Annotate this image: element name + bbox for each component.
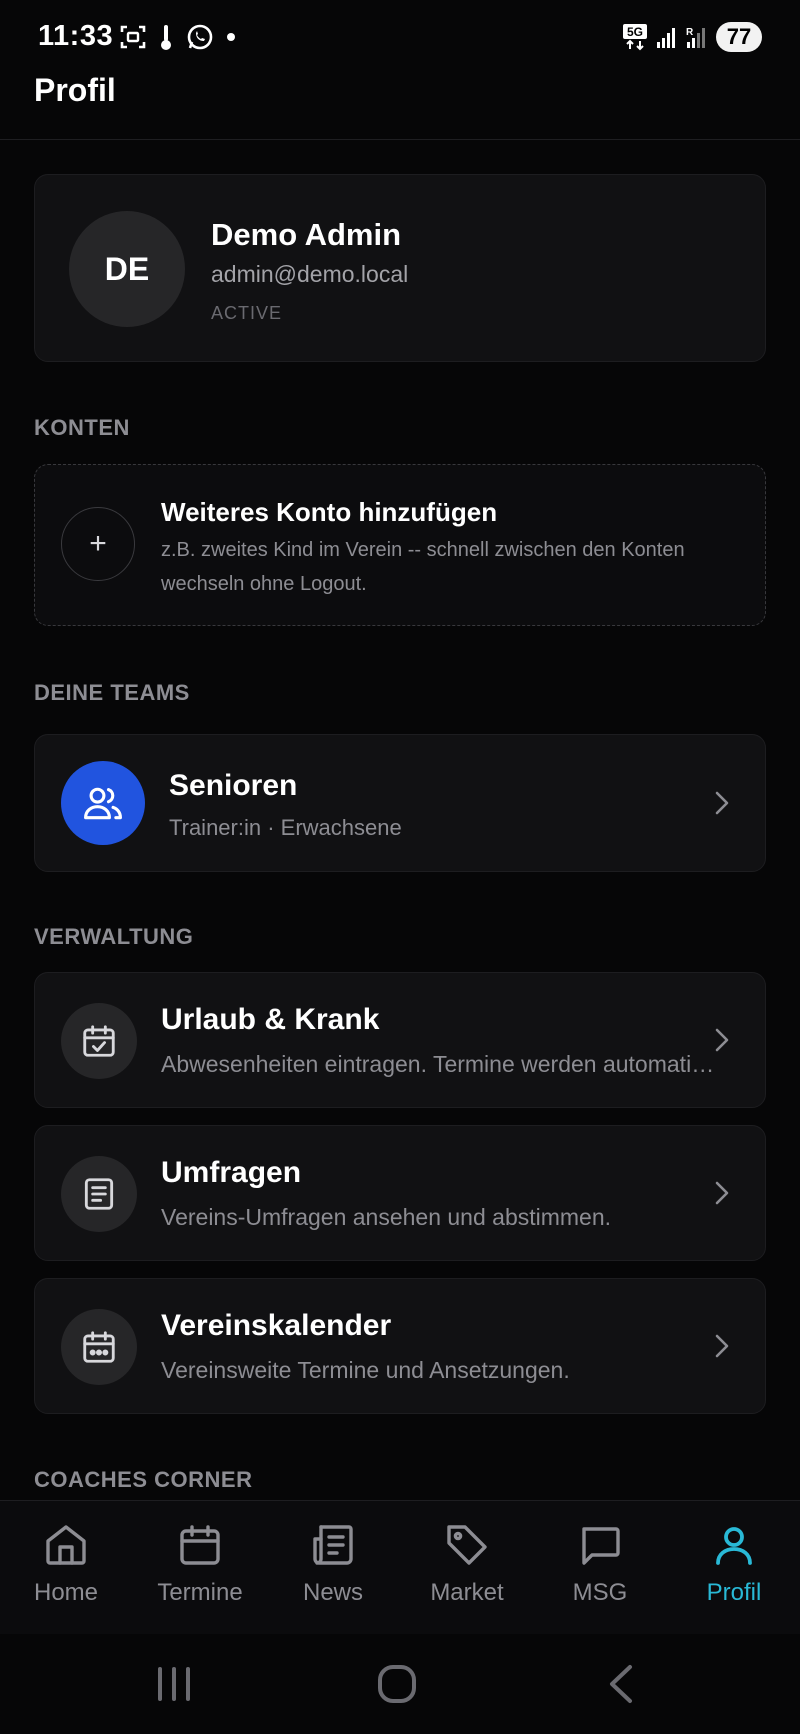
status-time: 11:33 [38,20,114,52]
add-account-title: Weiteres Konto hinzufügen [161,497,498,527]
team-item-senioren[interactable]: Senioren Trainer:in · Erwachsene [34,734,766,872]
nav-label: Market [430,1579,504,1606]
nav-label: Termine [157,1579,243,1606]
page-header: Profil [0,60,800,140]
nav-label: Home [33,1579,99,1606]
nav-item-profil[interactable]: Profil [674,1521,794,1621]
admin-item-title: Umfragen [161,1156,302,1189]
admin-item-description: Abwesenheiten eintragen. Termine werden … [161,1051,721,1077]
survey-icon [61,1156,137,1232]
add-account-description: z.B. zweites Kind im Verein -- schnell z… [161,539,685,595]
admin-item-title: Urlaub & Krank [161,1003,380,1036]
status-system-icons: 5G R 77 [622,22,762,52]
admin-item-vereinskalender[interactable]: Vereinskalender Vereinsweite Termine und… [34,1278,766,1414]
signal-roaming-icon: R [686,27,705,48]
nav-item-msg[interactable]: MSG [540,1521,660,1621]
admin-item-description: Vereinsweite Termine und Ansetzungen. [161,1357,570,1383]
calendar-check-icon [61,1003,137,1079]
nav-label: Profil [706,1579,762,1606]
nav-item-market[interactable]: Market [407,1521,527,1621]
status-notification-icons [120,22,236,52]
home-icon [46,1525,86,1565]
calendar-icon [180,1525,220,1565]
thermometer-icon [161,25,171,50]
chevron-right-icon [715,1181,729,1205]
admin-item-title: Vereinskalender [161,1309,392,1342]
add-account-button[interactable]: + Weiteres Konto hinzufügen z.B. zweites… [34,464,766,626]
admin-item-urlaub-krank[interactable]: Urlaub & Krank Abwesenheiten eintragen. … [34,972,766,1108]
signal-icon [657,28,675,48]
section-label-admin: VERWALTUNG [34,924,194,949]
screenshot-icon [120,25,146,49]
admin-item-umfragen[interactable]: Umfragen Vereins-Umfragen ansehen und ab… [34,1125,766,1261]
section-label-accounts: KONTEN [34,415,130,440]
admin-item-description: Vereins-Umfragen ansehen und abstimmen. [161,1204,612,1230]
nav-item-home[interactable]: Home [6,1521,126,1621]
user-icon [716,1527,752,1565]
message-icon [582,1527,620,1565]
team-name: Senioren [169,769,298,802]
recent-apps-icon[interactable] [156,1664,192,1704]
profile-name: Demo Admin [211,217,402,252]
chevron-right-icon [715,791,729,815]
nav-label: MSG [572,1579,628,1606]
plus-icon: + [61,507,135,581]
nav-label: News [302,1579,363,1606]
profile-card[interactable]: DE Demo Admin admin@demo.local ACTIVE [34,174,766,362]
nav-item-news[interactable]: News [273,1521,393,1621]
profile-email: admin@demo.local [211,261,409,287]
svg-text:5G: 5G [627,25,643,39]
users-icon [61,761,145,845]
chevron-right-icon [715,1028,729,1052]
avatar: DE [69,211,185,327]
tag-icon [447,1525,487,1565]
bottom-navigation: Home Termine News Market MSG Profil [0,1500,800,1634]
network-5g-icon: 5G [623,24,647,51]
section-label-teams: DEINE TEAMS [34,680,190,705]
calendar-icon [61,1309,137,1385]
battery-indicator: 77 [716,22,762,52]
team-subtitle: Trainer:in · Erwachsene [169,815,402,840]
whatsapp-icon [187,24,213,50]
svg-text:R: R [686,27,694,38]
newspaper-icon [313,1525,353,1565]
nav-item-termine[interactable]: Termine [140,1521,260,1621]
profile-status-badge: ACTIVE [211,303,283,323]
section-label-coaches-corner: COACHES CORNER [34,1467,253,1492]
home-button-icon[interactable] [377,1664,417,1704]
dot-icon [227,33,235,41]
back-icon[interactable] [606,1664,634,1704]
system-navigation-bar [0,1634,800,1734]
page-title: Profil [34,72,116,108]
chevron-right-icon [715,1334,729,1358]
